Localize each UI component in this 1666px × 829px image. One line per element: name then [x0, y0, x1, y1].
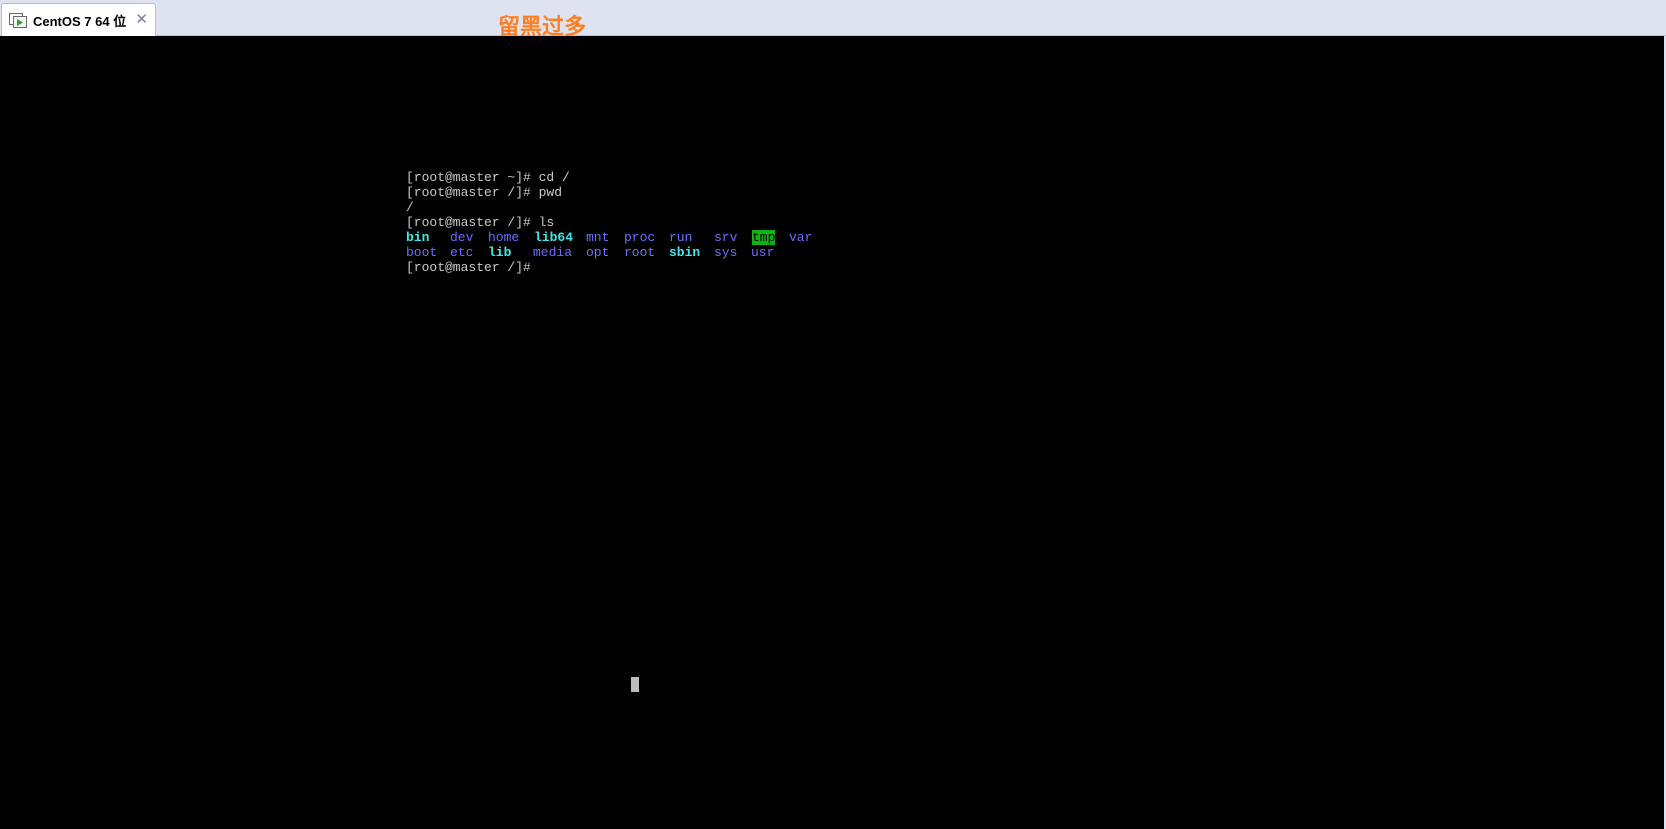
- ls-entry-etc: etc: [450, 245, 474, 260]
- ls-entry-sys: sys: [714, 245, 738, 260]
- terminal-prompt: [root@master /]#: [406, 260, 531, 275]
- ls-entry-home: home: [488, 230, 520, 245]
- ls-entry-tmp: tmp: [752, 230, 776, 245]
- ls-entry-opt: opt: [586, 245, 610, 260]
- ls-entry-proc: proc: [624, 230, 656, 245]
- ls-entry-root: root: [624, 245, 656, 260]
- vm-console-window: CentOS 7 64 位 ✕ 留黑过多 [root@master ~]# cd…: [0, 0, 1666, 829]
- terminal-output: [root@master ~]# cd / [root@master /]# p…: [406, 170, 812, 275]
- close-icon[interactable]: ✕: [135, 10, 148, 28]
- tab-bar: CentOS 7 64 位 ✕ 留黑过多: [0, 0, 1666, 40]
- ls-entry-lib: lib: [488, 245, 512, 260]
- ls-entry-bin: bin: [406, 230, 430, 245]
- ls-entry-lib64: lib64: [534, 230, 574, 245]
- terminal-line: [root@master /]# pwd: [406, 185, 563, 200]
- ls-entry-usr: usr: [751, 245, 775, 260]
- terminal-line: [root@master /]# ls: [406, 215, 555, 230]
- ls-entry-sbin: sbin: [669, 245, 701, 260]
- tab-title: CentOS 7 64 位: [33, 13, 127, 29]
- console-screen[interactable]: [root@master ~]# cd / [root@master /]# p…: [0, 36, 1666, 829]
- ls-entry-mnt: mnt: [586, 230, 610, 245]
- ls-output-row-2: boot etc lib media opt root sbin sys usr: [406, 245, 774, 260]
- ls-entry-srv: srv: [714, 230, 738, 245]
- terminal-line: /: [406, 200, 414, 215]
- ls-entry-media: media: [533, 245, 573, 260]
- ls-entry-var: var: [789, 230, 813, 245]
- tab-centos[interactable]: CentOS 7 64 位 ✕: [1, 3, 156, 36]
- terminal-line: [root@master ~]# cd /: [406, 170, 570, 185]
- ls-entry-run: run: [669, 230, 693, 245]
- ls-output-row-1: bin dev home lib64 mnt proc run srv tmp …: [406, 230, 812, 245]
- mouse-cursor-block: [631, 677, 639, 692]
- ls-entry-dev: dev: [450, 230, 474, 245]
- vm-screen-icon: [8, 10, 28, 30]
- ls-entry-boot: boot: [406, 245, 438, 260]
